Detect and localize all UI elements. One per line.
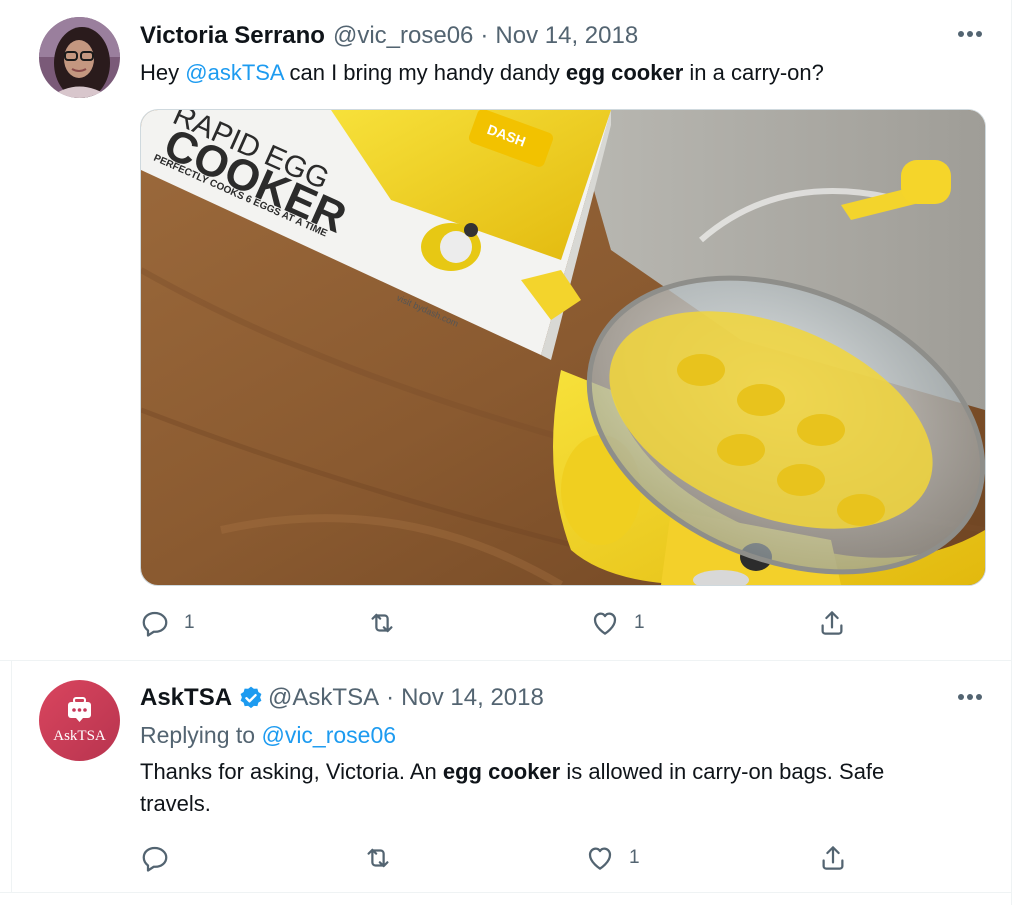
tweet-victoria[interactable]: Victoria Serrano @vic_rose06 · Nov 14, 2… xyxy=(0,0,1011,661)
text-segment: in a carry-on? xyxy=(683,60,824,85)
tweet-actions: 1 xyxy=(140,840,860,876)
tweet-header: AskTSA @AskTSA · Nov 14, 2018 xyxy=(140,683,544,713)
replying-to-line: Replying to @vic_rose06 xyxy=(140,719,396,751)
reply-button[interactable]: 1 xyxy=(140,605,195,641)
separator-dot: · xyxy=(480,22,489,49)
avatar-text: AskTSA xyxy=(53,728,106,744)
like-count: 1 xyxy=(634,612,645,633)
replying-to-mention[interactable]: @vic_rose06 xyxy=(261,722,396,748)
reply-button[interactable] xyxy=(140,840,184,876)
retweet-button[interactable] xyxy=(362,840,408,876)
reply-icon xyxy=(142,846,168,872)
heart-icon xyxy=(588,847,612,870)
retweet-icon xyxy=(367,848,389,868)
bold-text: egg cooker xyxy=(565,60,684,85)
heart-icon xyxy=(593,612,617,635)
briefcase-chat-icon: AskTSA xyxy=(53,697,106,744)
like-button[interactable]: 1 xyxy=(590,605,645,641)
text-segment: is allowed in carry-on bags. Safe xyxy=(560,759,885,784)
separator-dot: · xyxy=(386,684,395,711)
author-handle[interactable]: @AskTSA xyxy=(268,683,379,713)
mention-link[interactable]: @askTSA xyxy=(185,60,283,85)
verified-badge-icon xyxy=(238,685,264,711)
text-segment: Hey xyxy=(140,60,186,85)
replying-to-label: Replying to xyxy=(140,722,262,748)
tweet-text: Hey @askTSA can I bring my handy dandy e… xyxy=(140,57,824,89)
share-button[interactable] xyxy=(818,840,848,876)
reply-count: 1 xyxy=(184,612,195,633)
like-button[interactable]: 1 xyxy=(585,840,640,876)
retweet-icon xyxy=(371,613,393,633)
bold-text: egg cooker xyxy=(442,759,561,784)
text-segment: can I bring my handy dandy xyxy=(283,60,566,85)
tweet-date[interactable]: Nov 14, 2018 xyxy=(495,21,638,51)
tweet-header: Victoria Serrano @vic_rose06 · Nov 14, 2… xyxy=(140,21,638,51)
text-line-1: Thanks for asking, Victoria. An egg cook… xyxy=(140,756,1000,788)
tweet-text: Thanks for asking, Victoria. An egg cook… xyxy=(140,756,1000,820)
tweet-actions: 1 1 xyxy=(140,605,860,641)
egg-cooker-photo: DASH RAPID EGG COOKER PERFECTLY COOKS 6 … xyxy=(141,110,985,585)
tweet-asktsa[interactable]: AskTSA AskTSA @AskTSA · Nov 14, 2018 Rep… xyxy=(0,660,1011,893)
reply-icon xyxy=(142,611,168,637)
avatar-asktsa[interactable]: AskTSA xyxy=(39,680,120,761)
like-count: 1 xyxy=(629,847,640,868)
text-line-2: travels. xyxy=(140,791,211,816)
share-icon xyxy=(822,846,844,870)
more-options-button[interactable] xyxy=(952,685,988,709)
more-dots-icon xyxy=(958,31,982,37)
author-name[interactable]: AskTSA xyxy=(140,683,232,713)
share-icon xyxy=(821,611,843,635)
text-segment: Thanks for asking, Victoria. An xyxy=(140,759,443,784)
author-name[interactable]: Victoria Serrano xyxy=(140,21,325,51)
tweet-date[interactable]: Nov 14, 2018 xyxy=(401,683,544,713)
tweet-photo[interactable]: DASH RAPID EGG COOKER PERFECTLY COOKS 6 … xyxy=(140,109,986,586)
more-options-button[interactable] xyxy=(952,22,988,46)
retweet-button[interactable] xyxy=(366,605,412,641)
avatar-photo xyxy=(39,17,120,98)
timeline-border-right xyxy=(1011,0,1012,905)
timeline-bottom xyxy=(0,893,1011,905)
share-button[interactable] xyxy=(817,605,847,641)
avatar-victoria[interactable] xyxy=(39,17,120,98)
author-handle[interactable]: @vic_rose06 xyxy=(333,21,473,51)
more-dots-icon xyxy=(958,694,982,700)
